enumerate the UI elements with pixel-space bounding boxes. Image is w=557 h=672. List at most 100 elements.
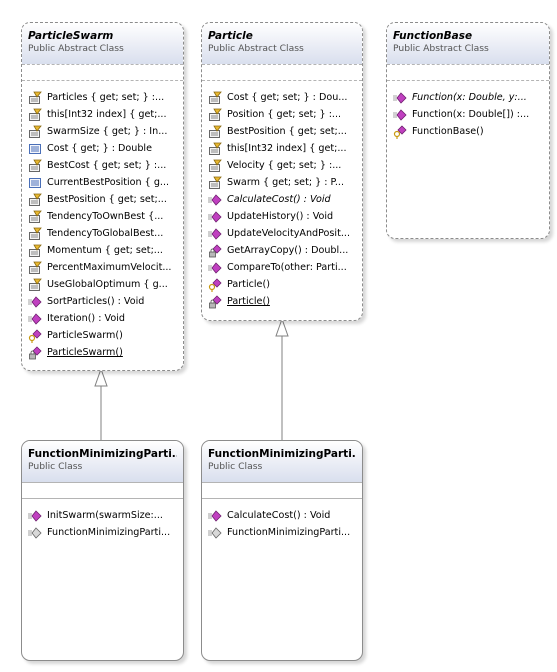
member-label: Cost { get; } : Double [47,143,152,154]
member-row[interactable]: CalculateCost() : Void [208,191,362,208]
method-icon [208,261,222,275]
method-icon [28,509,42,523]
member-row[interactable]: BestCost { get; set; } :... [28,157,183,174]
property-icon [28,244,42,258]
member-label: Particles { get; set; } :... [47,92,165,103]
member-label: Function(x: Double[]) :... [412,109,530,120]
member-label: UpdateVelocityAndPosit... [227,228,350,239]
class-header[interactable]: ParticleSwarm Public Abstract Class [22,23,183,65]
member-row[interactable]: SwarmSize { get; } : In... [28,123,183,140]
field-icon [28,176,42,190]
members-compartment: CalculateCost() : Void FunctionMinimizing… [202,499,362,541]
class-function-minimizing-particle[interactable]: FunctionMinimizingParti... Public Class … [201,440,363,661]
member-label: InitSwarm(swarmSize:... [47,510,163,521]
member-row[interactable]: GetArrayCopy() : Doubl... [208,242,362,259]
property-icon [28,278,42,292]
member-row[interactable]: Velocity { get; set; } :... [208,157,362,174]
member-label: TendencyToOwnBest {... [47,211,164,222]
member-row[interactable]: UseGlobalOptimum { g... [28,276,183,293]
member-row[interactable]: CalculateCost() : Void [208,507,362,524]
class-header[interactable]: FunctionMinimizingParti... Public Class [202,441,362,483]
class-function-minimizing-particle-swarm[interactable]: FunctionMinimizingParti... Public Class … [21,440,184,661]
member-row[interactable]: InitSwarm(swarmSize:... [28,507,183,524]
protected-method-icon [28,328,42,343]
class-header[interactable]: FunctionMinimizingParti... Public Class [22,441,183,483]
class-particle[interactable]: Particle Public Abstract Class Cost { ge… [201,22,363,321]
member-row[interactable]: CurrentBestPosition { g... [28,174,183,191]
method-icon [208,227,222,241]
member-row[interactable]: Function(x: Double[]) :... [393,106,549,123]
member-label: this[Int32 index] { get;... [47,109,167,120]
member-label: this[Int32 index] { get;... [227,143,347,154]
method-icon [208,509,222,523]
method-icon [208,210,222,224]
method-icon [208,193,222,207]
member-row[interactable]: Cost { get; set; } : Dou... [208,89,362,106]
member-row[interactable]: UpdateHistory() : Void [208,208,362,225]
fields-compartment [22,483,183,499]
constructor-icon [28,526,42,540]
property-icon [28,261,42,275]
member-label: PercentMaximumVelocit... [47,262,172,273]
member-label: ParticleSwarm() [47,347,123,358]
member-row[interactable]: Particles { get; set; } :... [28,89,183,106]
property-icon [28,125,42,139]
member-label: CompareTo(other: Parti... [227,262,347,273]
member-label: UseGlobalOptimum { g... [47,279,168,290]
fields-compartment [202,483,362,499]
class-header[interactable]: Particle Public Abstract Class [202,23,362,65]
member-row[interactable]: FunctionBase() [393,123,549,140]
member-row[interactable]: PercentMaximumVelocit... [28,259,183,276]
member-label: ParticleSwarm() [47,330,123,341]
member-label: FunctionMinimizingParti... [47,527,171,538]
private-static-method-icon [28,345,42,360]
member-row[interactable]: BestPosition { get; set;... [208,123,362,140]
member-row[interactable]: CompareTo(other: Parti... [208,259,362,276]
property-icon [28,108,42,122]
class-particle-swarm[interactable]: ParticleSwarm Public Abstract Class Part… [21,22,184,371]
member-row[interactable]: Position { get; set; } :... [208,106,362,123]
constructor-icon [208,526,222,540]
member-row[interactable]: ParticleSwarm() [28,344,183,361]
member-label: Cost { get; set; } : Dou... [227,92,348,103]
class-name: FunctionMinimizingParti... [28,448,177,460]
fields-compartment [22,65,183,81]
member-label: CurrentBestPosition { g... [47,177,170,188]
member-row[interactable]: Momentum { get; set;... [28,242,183,259]
member-row[interactable]: this[Int32 index] { get;... [208,140,362,157]
member-row[interactable]: TendencyToOwnBest {... [28,208,183,225]
member-row[interactable]: Function(x: Double, y:... [393,89,549,106]
members-compartment: InitSwarm(swarmSize:... FunctionMinimizin… [22,499,183,541]
member-row[interactable]: ParticleSwarm() [28,327,183,344]
class-stereotype: Public Class [28,461,83,472]
member-row[interactable]: Particle() [208,293,362,310]
inheritance-arrow-swarm [94,367,108,387]
property-icon [208,125,222,139]
member-label: BestPosition { get; set;... [227,126,347,137]
member-row[interactable]: SortParticles() : Void [28,293,183,310]
field-icon [28,142,42,156]
member-label: FunctionMinimizingParti... [227,527,351,538]
method-icon [28,295,42,309]
class-name: ParticleSwarm [28,30,114,42]
member-row[interactable]: FunctionMinimizingParti... [208,524,362,541]
member-row[interactable]: TendencyToGlobalBest... [28,225,183,242]
protected-method-icon [208,277,222,292]
member-row[interactable]: this[Int32 index] { get;... [28,106,183,123]
class-header[interactable]: FunctionBase Public Abstract Class [387,23,549,65]
member-label: BestCost { get; set; } :... [47,160,167,171]
member-row[interactable]: UpdateVelocityAndPosit... [208,225,362,242]
member-label: Position { get; set; } :... [227,109,342,120]
member-row[interactable]: Iteration() : Void [28,310,183,327]
member-row[interactable]: BestPosition { get; set;... [28,191,183,208]
class-function-base[interactable]: FunctionBase Public Abstract Class Funct… [386,22,550,239]
member-row[interactable]: Particle() [208,276,362,293]
member-row[interactable]: Cost { get; } : Double [28,140,183,157]
class-stereotype: Public Abstract Class [208,43,304,54]
member-row[interactable]: FunctionMinimizingParti... [28,524,183,541]
member-label: UpdateHistory() : Void [227,211,334,222]
class-stereotype: Public Class [208,461,263,472]
member-row[interactable]: Swarm { get; set; } : P... [208,174,362,191]
class-stereotype: Public Abstract Class [28,43,124,54]
private-static-method-icon [208,243,222,258]
